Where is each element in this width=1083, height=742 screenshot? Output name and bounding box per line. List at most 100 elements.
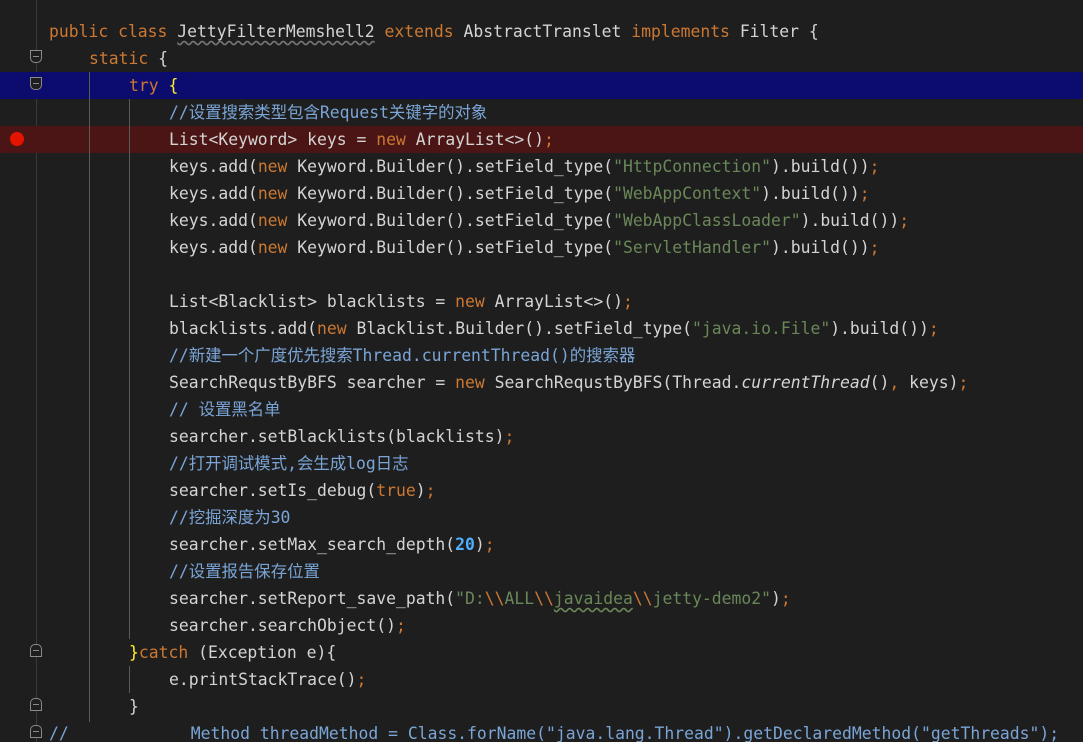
token-string: javaidea <box>553 589 633 608</box>
code-line[interactable]: searcher.setBlacklists(blacklists); <box>0 423 1083 450</box>
token-semicolon: ; <box>928 319 939 338</box>
token-code: searcher.setReport_save_path( <box>169 589 456 608</box>
token-code: searcher.setBlacklists(blacklists) <box>169 427 505 446</box>
token-semicolon: ; <box>780 589 791 608</box>
token-keyword: new <box>455 292 495 311</box>
code-line[interactable]: searcher.searchObject(); <box>0 612 1083 639</box>
code-line[interactable]: keys.add(new Keyword.Builder().setField_… <box>0 180 1083 207</box>
token-code: ) <box>474 535 485 554</box>
token-identifier: Filter { <box>739 22 819 41</box>
token-code: Blacklist.Builder().setField_type( <box>356 319 693 338</box>
code-line[interactable]: static { <box>0 45 1083 72</box>
token-brace: } <box>129 697 139 716</box>
token-string: "java.io.File" <box>692 319 831 338</box>
token-semicolon: ; <box>484 535 495 554</box>
token-comment: Method threadMethod = Class.forName("jav… <box>190 724 1060 742</box>
token-code: ArrayList<>() <box>415 130 545 149</box>
fold-collapse-icon[interactable] <box>30 77 42 90</box>
token-escape: \\ <box>534 589 554 608</box>
code-editor[interactable]: public class JettyFilterMemshell2 extend… <box>0 0 1083 742</box>
token-semicolon: ; <box>504 427 515 446</box>
token-code: List<Blacklist> blacklists = <box>169 292 456 311</box>
token-code: Keyword.Builder().setField_type( <box>297 184 614 203</box>
token-semicolon: ; <box>869 238 880 257</box>
token-code: keys.add( <box>169 211 258 230</box>
indent-guide <box>129 666 130 693</box>
token-code: ).build()) <box>770 157 870 176</box>
token-code: ) <box>415 481 426 500</box>
token-keyword: new <box>257 184 298 203</box>
code-line[interactable]: // 设置黑名单 <box>0 396 1083 423</box>
code-line[interactable]: searcher.setReport_save_path("D:\\ALL\\j… <box>0 585 1083 612</box>
code-line[interactable]: SearchRequstByBFS searcher = new SearchR… <box>0 369 1083 396</box>
token-keyword: new <box>455 373 495 392</box>
token-comma: , <box>889 373 910 392</box>
fold-end-icon[interactable] <box>30 698 42 711</box>
token-code: keys.add( <box>169 238 258 257</box>
code-line[interactable]: blacklists.add(new Blacklist.Builder().s… <box>0 315 1083 342</box>
token-code: Keyword.Builder().setField_type( <box>297 211 614 230</box>
code-line[interactable]: }catch (Exception e){ <box>0 639 1083 666</box>
token-string: jetty-demo2" <box>652 589 772 608</box>
token-comment-marker: // <box>49 724 69 742</box>
token-code: ArrayList<>() <box>494 292 623 311</box>
token-keyword: implements <box>631 22 740 41</box>
token-code: SearchRequstByBFS(Thread. <box>494 373 742 392</box>
token-keyword: try <box>129 76 169 95</box>
token-code: ).build()) <box>761 184 860 203</box>
current-line-highlight[interactable]: try { <box>0 72 1083 99</box>
token-identifier: AbstractTranslet <box>463 22 632 41</box>
code-line[interactable]: //打开调试模式,会生成log日志 <box>0 450 1083 477</box>
code-line[interactable]: keys.add(new Keyword.Builder().setField_… <box>0 207 1083 234</box>
token-code: keys.add( <box>169 157 258 176</box>
token-comment: //挖掘深度为30 <box>169 508 291 527</box>
fold-end-icon[interactable] <box>30 725 42 738</box>
code-line[interactable]: public class JettyFilterMemshell2 extend… <box>0 18 1083 45</box>
token-string: "D: <box>455 589 485 608</box>
token-semicolon: ; <box>958 373 969 392</box>
code-line[interactable]: e.printStackTrace(); <box>0 666 1083 693</box>
token-code: SearchRequstByBFS searcher = <box>169 373 456 392</box>
code-line[interactable]: searcher.setIs_debug(true); <box>0 477 1083 504</box>
token-code: List<Keyword> keys = <box>169 130 377 149</box>
token-string: "WebAppClassLoader" <box>613 211 801 230</box>
token-keyword: new <box>317 319 357 338</box>
token-keyword: new <box>257 157 298 176</box>
fold-end-icon[interactable] <box>30 644 42 657</box>
token-brace-matched: { <box>168 76 179 95</box>
fold-collapse-icon[interactable] <box>30 50 42 63</box>
code-line[interactable]: //新建一个广度优先搜索Thread.currentThread()的搜索器 <box>0 342 1083 369</box>
token-semicolon: ; <box>544 130 554 149</box>
token-escape: \\ <box>484 589 505 608</box>
code-line[interactable]: searcher.setMax_search_depth(20); <box>0 531 1083 558</box>
token-keyword: catch <box>138 643 199 662</box>
token-semicolon: ; <box>869 157 880 176</box>
token-semicolon: ; <box>859 184 870 203</box>
code-line[interactable]: } <box>0 693 1083 720</box>
token-keyword: true <box>376 481 416 500</box>
token-keyword: public class <box>49 22 178 41</box>
code-line[interactable]: keys.add(new Keyword.Builder().setField_… <box>0 153 1083 180</box>
code-line[interactable]: keys.add(new Keyword.Builder().setField_… <box>0 234 1083 261</box>
token-code: searcher.setIs_debug( <box>169 481 377 500</box>
breakpoint-icon[interactable] <box>10 132 24 146</box>
token-code: keys.add( <box>169 184 258 203</box>
token-keyword: new <box>257 238 298 257</box>
code-line[interactable]: List<Blacklist> blacklists = new ArrayLi… <box>0 288 1083 315</box>
code-line[interactable]: //设置搜索类型包含Request关键字的对象 <box>0 99 1083 126</box>
token-code: ).build()) <box>770 238 870 257</box>
token-comment: //打开调试模式,会生成log日志 <box>169 454 409 473</box>
token-semicolon: ; <box>899 211 910 230</box>
token-code: Keyword.Builder().setField_type( <box>297 157 614 176</box>
code-line[interactable]: //设置报告保存位置 <box>0 558 1083 585</box>
token-code: ) <box>771 589 781 608</box>
token-string: ALL <box>504 589 535 608</box>
token-keyword: extends <box>374 22 464 41</box>
indent-guide <box>129 99 130 639</box>
code-line[interactable]: //挖掘深度为30 <box>0 504 1083 531</box>
token-code: ).build()) <box>800 211 900 230</box>
code-line[interactable]: // Method threadMethod = Class.forName("j… <box>0 720 1083 742</box>
token-comment: //设置搜索类型包含Request关键字的对象 <box>169 103 488 122</box>
token-code: searcher.searchObject() <box>169 616 396 635</box>
breakpoint-line[interactable]: List<Keyword> keys = new ArrayList<>(); <box>0 126 1083 153</box>
